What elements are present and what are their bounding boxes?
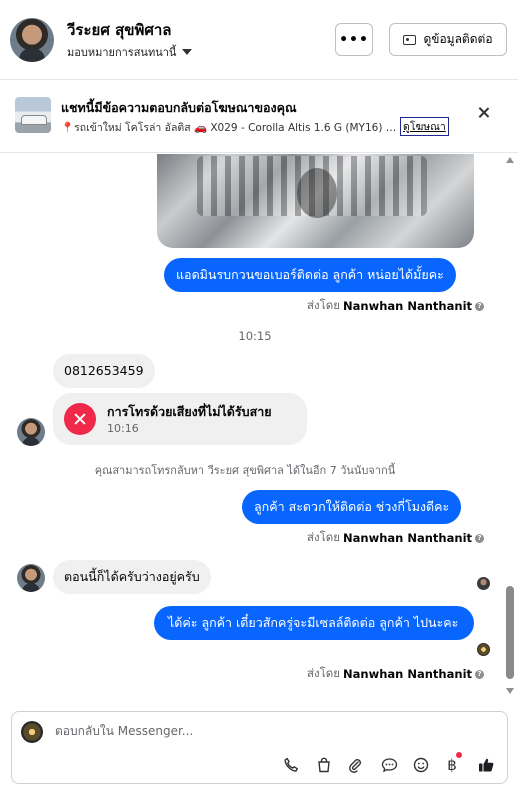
sent-by-prefix: ส่งโดย	[307, 298, 341, 312]
help-icon[interactable]: ?	[475, 533, 485, 543]
outgoing-message[interactable]: ลูกค้า สะดวกให้ติดต่อ ช่วงกี่โมงดีคะ	[242, 490, 462, 524]
sent-by-info: ส่งโดย Nanwhan Nanthanit ?	[307, 297, 485, 315]
close-icon[interactable]	[474, 103, 494, 123]
caret-down-icon	[182, 49, 193, 55]
ad-banner-title: แชทนี้มีข้อความตอบกลับต่อโฆษณาของคุณ	[61, 100, 297, 115]
help-icon[interactable]: ?	[475, 669, 485, 679]
notification-dot	[456, 752, 462, 758]
phone-icon[interactable]	[281, 755, 301, 775]
attachment-icon[interactable]	[345, 755, 365, 775]
callback-notice: คุณสามารถโทรกลับหา วีระยศ สุขพิศาล ได้ใน…	[94, 464, 396, 477]
contact-avatar[interactable]	[10, 18, 54, 62]
chat-bubble-icon[interactable]	[379, 755, 399, 775]
scrollbar[interactable]	[505, 154, 515, 700]
outgoing-message[interactable]: ได้ค่ะ ลูกค้า เดี๋ยวสักครู่จะมีเซลล์ติดต…	[154, 606, 474, 640]
view-contact-info-button[interactable]: ดูข้อมูลติดต่อ	[389, 23, 507, 56]
page-avatar	[21, 721, 43, 743]
outgoing-message[interactable]: แอดมินรบกวนขอเบอร์ติดต่อ ลูกค้า หน่อยได้…	[164, 258, 456, 292]
reply-input[interactable]	[55, 724, 435, 738]
sent-by-name: Nanwhan Nanthanit	[343, 531, 473, 545]
missed-call-icon	[64, 403, 96, 435]
sent-by-name: Nanwhan Nanthanit	[343, 667, 473, 681]
sent-by-prefix: ส่งโดย	[307, 666, 341, 680]
ad-reply-banner: แชทนี้มีข้อความตอบกลับต่อโฆษณาของคุณ 📍รถ…	[0, 81, 518, 153]
help-icon[interactable]: ?	[475, 301, 485, 311]
baht-icon[interactable]: ฿	[442, 752, 462, 775]
view-contact-info-label: ดูข้อมูลติดต่อ	[423, 32, 493, 46]
sent-by-info: ส่งโดย Nanwhan Nanthanit ?	[307, 529, 485, 547]
conversation-header: วีระยศ สุขพิศาล มอบหมายการสนทนานี้ ••• ด…	[0, 0, 518, 80]
read-receipt-avatar	[477, 577, 490, 590]
bag-icon[interactable]	[314, 755, 334, 775]
message-composer: ฿	[11, 711, 508, 784]
sent-by-name: Nanwhan Nanthanit	[343, 299, 473, 313]
scroll-up-arrow-icon[interactable]	[506, 157, 514, 163]
missed-call-card[interactable]: การโทรด้วยเสียงที่ไม่ได้รับสาย 10:16	[53, 393, 307, 445]
assign-conversation-dropdown[interactable]: มอบหมายการสนทนานี้	[67, 43, 193, 61]
time-divider: 10:15	[238, 329, 272, 343]
assign-label: มอบหมายการสนทนานี้	[67, 46, 177, 59]
baht-symbol: ฿	[447, 756, 457, 774]
incoming-message[interactable]: 0812653459	[53, 354, 155, 388]
sent-by-prefix: ส่งโดย	[307, 530, 341, 544]
ad-banner-subtitle: 📍รถเข้าใหม่ โคโรล่า อัลติส 🚗 X029 - Coro…	[61, 122, 401, 134]
incoming-message[interactable]: ตอนนี้ก็ได้ครับว่างอยู่ครับ	[53, 560, 211, 594]
contact-card-icon	[403, 34, 417, 45]
like-icon[interactable]	[476, 755, 496, 775]
message-thread[interactable]: แอดมินรบกวนขอเบอร์ติดต่อ ลูกค้า หน่อยได้…	[0, 154, 518, 700]
car-engine-photo[interactable]	[157, 154, 474, 248]
view-ad-link[interactable]: ดูโฆษณา	[400, 117, 449, 136]
missed-call-title: การโทรด้วยเสียงที่ไม่ได้รับสาย	[107, 404, 272, 419]
contact-name[interactable]: วีระยศ สุขพิศาล	[67, 18, 172, 42]
more-options-button[interactable]: •••	[335, 23, 373, 56]
contact-avatar-small	[17, 564, 45, 592]
contact-avatar-small	[17, 418, 45, 446]
scroll-down-arrow-icon[interactable]	[506, 688, 514, 694]
emoji-icon[interactable]	[411, 755, 431, 775]
ad-thumbnail	[15, 97, 51, 133]
read-receipt-avatar	[477, 643, 490, 656]
missed-call-time: 10:16	[107, 422, 139, 435]
scrollbar-thumb[interactable]	[506, 586, 514, 679]
sent-by-info: ส่งโดย Nanwhan Nanthanit ?	[307, 665, 485, 683]
